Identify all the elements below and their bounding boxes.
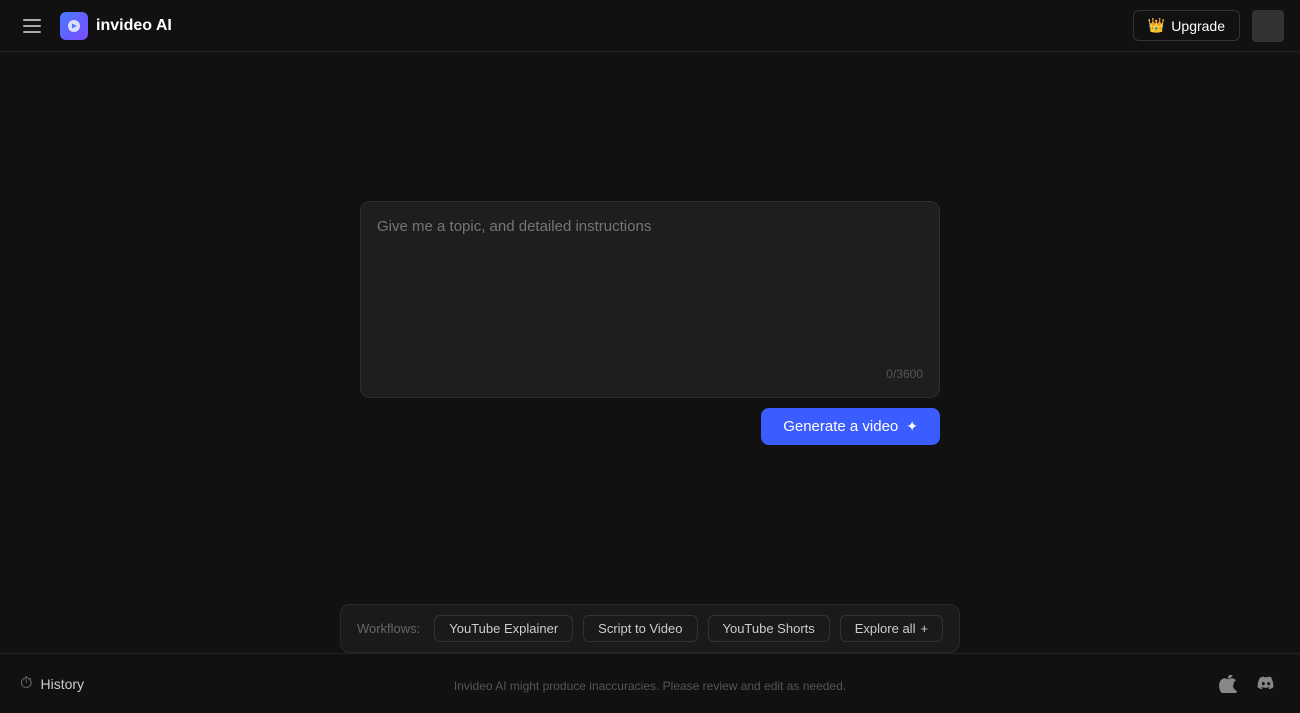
sparkle-icon: ✦ xyxy=(906,418,918,435)
hamburger-icon xyxy=(23,19,41,33)
header-right: 👑 Upgrade xyxy=(1133,10,1284,42)
discord-icon-button[interactable] xyxy=(1252,670,1280,698)
header-left: invideo AI xyxy=(16,10,172,42)
prompt-textarea[interactable] xyxy=(377,218,923,358)
footer-icons xyxy=(1214,670,1280,698)
footer-disclaimer: Invideo AI might produce inaccuracies. P… xyxy=(454,679,846,693)
avatar[interactable] xyxy=(1252,10,1284,42)
generate-button-row: Generate a video ✦ xyxy=(360,408,940,445)
workflows-bar: Workflows: YouTube Explainer Script to V… xyxy=(340,604,960,653)
clock-icon: ⏱ xyxy=(20,675,32,693)
crown-icon: 👑 xyxy=(1148,17,1165,34)
menu-button[interactable] xyxy=(16,10,48,42)
history-label: History xyxy=(40,676,84,692)
upgrade-button[interactable]: 👑 Upgrade xyxy=(1133,10,1240,41)
char-count: 0/3600 xyxy=(377,367,923,381)
plus-icon: + xyxy=(920,621,928,636)
history-bar: ⏱ History Invideo AI might produce inacc… xyxy=(0,653,1300,713)
main-content: 0/3600 Generate a video ✦ xyxy=(0,52,1300,593)
logo-icon xyxy=(60,12,88,40)
prompt-container: 0/3600 xyxy=(360,201,940,398)
workflow-chip-script-to-video[interactable]: Script to Video xyxy=(583,615,697,642)
apple-icon-button[interactable] xyxy=(1214,670,1242,698)
workflows-label: Workflows: xyxy=(357,621,420,636)
explore-all-button[interactable]: Explore all + xyxy=(840,615,943,642)
workflow-chip-youtube-explainer[interactable]: YouTube Explainer xyxy=(434,615,573,642)
logo-area: invideo AI xyxy=(60,12,172,40)
logo-text: invideo AI xyxy=(96,17,172,35)
history-button[interactable]: ⏱ History xyxy=(20,675,84,693)
generate-button[interactable]: Generate a video ✦ xyxy=(761,408,940,445)
header: invideo AI 👑 Upgrade xyxy=(0,0,1300,52)
workflow-chip-youtube-shorts[interactable]: YouTube Shorts xyxy=(707,615,829,642)
